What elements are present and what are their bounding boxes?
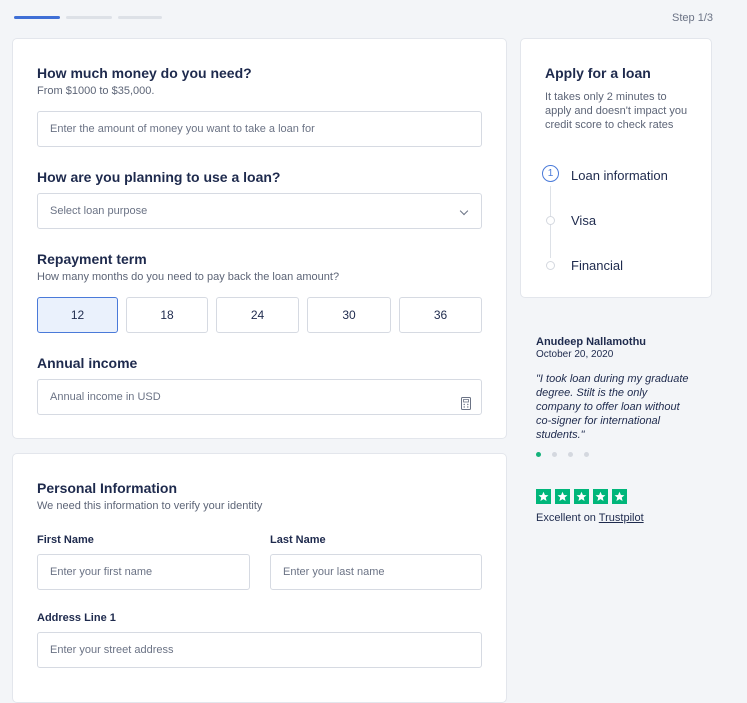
personal-information-card: Personal Information We need this inform… — [12, 453, 507, 703]
repayment-term-heading: Repayment term — [37, 251, 147, 267]
step-indicator: Step 1/3 — [672, 12, 713, 24]
last-name-label: Last Name — [270, 534, 326, 546]
term-option-18[interactable]: 18 — [126, 297, 208, 333]
carousel-dot-2[interactable] — [552, 452, 557, 457]
progress-segment-2 — [66, 16, 112, 19]
step-financial: Financial — [571, 258, 624, 273]
carousel-dot-3[interactable] — [568, 452, 573, 457]
step-loan-information: Loan information — [571, 168, 668, 183]
annual-income-placeholder: Annual income in USD — [50, 391, 161, 403]
term-option-24[interactable]: 24 — [216, 297, 299, 333]
testimonial-date: October 20, 2020 — [536, 349, 614, 360]
step-3-indicator — [546, 261, 555, 270]
carousel-dot-4[interactable] — [584, 452, 589, 457]
first-name-field[interactable]: Enter your first name — [37, 554, 250, 590]
loan-amount-input[interactable]: Enter the amount of money you want to ta… — [37, 111, 482, 147]
income-heading: Annual income — [37, 355, 138, 371]
trustpilot-link[interactable]: Trustpilot — [599, 512, 644, 524]
address-line-1-placeholder: Enter your street address — [50, 644, 174, 656]
step-1-indicator: 1 — [542, 165, 559, 182]
trustpilot-rating-text: Excellent on Trustpilot — [536, 512, 644, 524]
address-line-1-label: Address Line 1 — [37, 612, 116, 624]
amount-range-text: From $1000 to $35,000. — [37, 85, 155, 97]
sidebar-title: Apply for a loan — [545, 65, 651, 81]
step-2-indicator — [546, 216, 555, 225]
progress-segment-3 — [118, 16, 162, 19]
repayment-term-subtext: How many months do you need to pay back … — [37, 271, 340, 283]
testimonial-quote: "I took loan during my graduate degree. … — [536, 373, 689, 441]
chevron-down-icon — [459, 206, 469, 216]
star-icon — [555, 489, 570, 504]
first-name-placeholder: Enter your first name — [50, 566, 153, 578]
loan-amount-placeholder: Enter the amount of money you want to ta… — [50, 123, 315, 135]
loan-purpose-placeholder: Select loan purpose — [50, 205, 148, 217]
star-icon — [612, 489, 627, 504]
annual-income-input[interactable]: Annual income in USD — [37, 379, 482, 415]
calculator-icon — [461, 390, 471, 410]
progress-segment-1 — [14, 16, 60, 19]
personal-info-subtext: We need this information to verify your … — [37, 500, 263, 512]
amount-heading: How much money do you need? — [37, 65, 252, 81]
term-option-36[interactable]: 36 — [399, 297, 482, 333]
sidebar-description: It takes only 2 minutes to apply and doe… — [545, 91, 688, 131]
rating-prefix: Excellent on — [536, 512, 596, 524]
star-icon — [536, 489, 551, 504]
purpose-heading: How are you planning to use a loan? — [37, 169, 281, 185]
star-icon — [574, 489, 589, 504]
step-visa: Visa — [571, 213, 597, 228]
personal-info-heading: Personal Information — [37, 480, 178, 496]
loan-details-card: How much money do you need? From $1000 t… — [12, 38, 507, 439]
last-name-field[interactable]: Enter your last name — [270, 554, 482, 590]
first-name-label: First Name — [37, 534, 94, 546]
term-option-12[interactable]: 12 — [37, 297, 118, 333]
carousel-dot-1[interactable] — [536, 452, 541, 457]
testimonial-author: Anudeep Nallamothu — [536, 336, 647, 348]
term-option-30[interactable]: 30 — [307, 297, 391, 333]
address-line-1-field[interactable]: Enter your street address — [37, 632, 482, 668]
loan-purpose-select[interactable]: Select loan purpose — [37, 193, 482, 229]
last-name-placeholder: Enter your last name — [283, 566, 385, 578]
apply-steps-card: Apply for a loan It takes only 2 minutes… — [520, 38, 712, 298]
star-icon — [593, 489, 608, 504]
